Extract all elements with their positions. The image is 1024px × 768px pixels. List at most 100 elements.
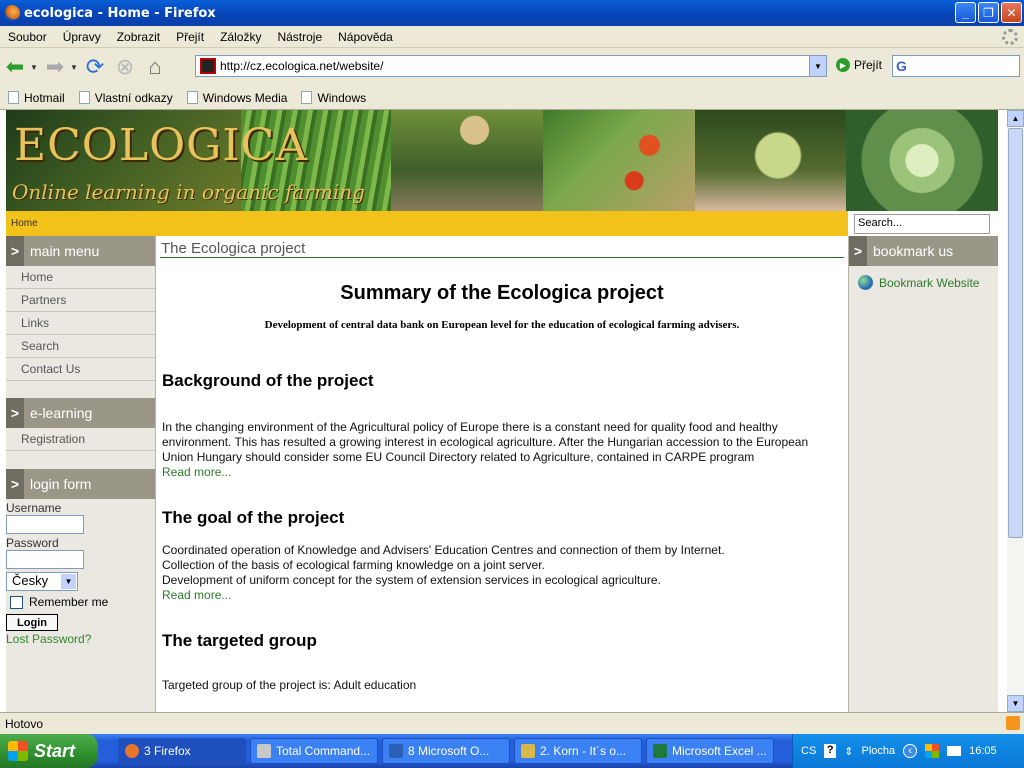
right-sidebar: > bookmark us Bookmark Website [848, 236, 998, 712]
nav-search[interactable]: Search [6, 335, 155, 358]
task-label: Total Command... [276, 744, 371, 758]
chevron-left-icon[interactable]: ‹ [903, 744, 918, 758]
bookmark-windows[interactable]: Windows [301, 91, 366, 105]
bookmarks-toolbar: Hotmail Vlastní odkazy Windows Media Win… [0, 86, 1024, 110]
windows-taskbar: Start 3 Firefox Total Command... 8 Micro… [0, 734, 1024, 768]
summary-heading: Summary of the Ecologica project [340, 282, 664, 304]
restore-button[interactable]: ❐ [978, 2, 999, 23]
bookmark-label: Windows Media [202, 90, 288, 105]
taskbar-item-korn[interactable]: 2. Korn - It´s o... [514, 738, 642, 764]
system-tray: CS ? ⇕ Plocha ‹ 16:05 [792, 734, 1024, 768]
menu-zobrazit[interactable]: Zobrazit [109, 30, 168, 44]
bookmark-windows-media[interactable]: Windows Media [186, 90, 288, 105]
remember-me-checkbox[interactable] [10, 595, 23, 609]
page-icon [78, 91, 90, 104]
section-heading-targeted-group: The targeted group [162, 631, 317, 650]
taskbar-item-excel[interactable]: Microsoft Excel ... [646, 738, 774, 764]
nav-contact-us[interactable]: Contact Us [6, 358, 155, 381]
nav-home[interactable]: Home [6, 266, 155, 289]
page-icon [301, 91, 313, 104]
site-banner: ECOLOGICA Online learning in organic far… [6, 110, 998, 211]
url-dropdown-icon[interactable]: ▼ [809, 56, 826, 76]
site-tagline: Online learning in organic farming [12, 180, 365, 204]
section-text-line: Union Hungary should consider some EU Co… [162, 450, 755, 464]
read-more-link[interactable]: Read more... [160, 465, 844, 479]
throbber-icon [1002, 29, 1018, 45]
bookmark-website-link[interactable]: Bookmark Website [858, 275, 998, 290]
breadcrumb-home[interactable]: Home [11, 218, 38, 229]
url-bar[interactable]: http://cz.ecologica.net/website/ ▼ [195, 55, 827, 77]
section-text-line: Targeted group of the project is: Adult … [162, 678, 417, 692]
menu-soubor[interactable]: Soubor [0, 30, 55, 44]
section-text-line: environment. This has resulted a growing… [162, 435, 809, 449]
rss-icon[interactable] [1006, 716, 1020, 730]
menu-upravy[interactable]: Úpravy [55, 30, 109, 44]
section-heading-goal: The goal of the project [162, 508, 345, 527]
username-label: Username [6, 501, 62, 515]
stop-icon[interactable]: ⊗ [110, 52, 140, 82]
section-text-line: In the changing environment of the Agric… [162, 420, 778, 434]
taskbar-item-total-commander[interactable]: Total Command... [250, 738, 378, 764]
back-history-dropdown-icon[interactable]: ▼ [30, 63, 40, 72]
menu-prejit[interactable]: Přejít [168, 30, 212, 44]
menu-napoveda[interactable]: Nápověda [330, 30, 401, 44]
go-button[interactable]: ▶ Přejít [836, 58, 882, 72]
module-title: e-learning [30, 405, 93, 421]
farmer-photo [391, 110, 543, 211]
nav-partners[interactable]: Partners [6, 289, 155, 312]
username-input[interactable] [6, 515, 84, 534]
page-icon [8, 91, 19, 104]
scroll-down-icon[interactable]: ▼ [1007, 695, 1024, 712]
desktop-label[interactable]: Plocha [862, 745, 896, 757]
search-engine-input[interactable]: G [892, 55, 1020, 77]
google-icon[interactable]: G [896, 58, 907, 74]
close-button[interactable]: ✕ [1001, 2, 1022, 23]
taskbar-item-microsoft-office[interactable]: 8 Microsoft O... [382, 738, 510, 764]
breadcrumb-bar: Home [6, 211, 848, 236]
window-title-bar[interactable]: ecologica - Home - Firefox _ ❐ ✕ [0, 0, 1024, 26]
scroll-up-icon[interactable]: ▲ [1007, 110, 1024, 127]
password-input[interactable] [6, 550, 84, 569]
menu-zalozky[interactable]: Záložky [212, 30, 269, 44]
module-title: bookmark us [873, 243, 954, 259]
home-icon[interactable]: ⌂ [140, 52, 170, 82]
site-search-input[interactable]: Search... [854, 214, 990, 234]
forward-arrow-icon[interactable]: ➡ [40, 52, 70, 82]
login-button[interactable]: Login [6, 614, 58, 631]
clock[interactable]: 16:05 [969, 745, 997, 757]
lost-password-link[interactable]: Lost Password? [6, 632, 155, 646]
back-arrow-icon[interactable]: ⬅ [0, 52, 30, 82]
scrollbar-thumb[interactable] [1008, 128, 1023, 538]
nav-links[interactable]: Links [6, 312, 155, 335]
nav-registration[interactable]: Registration [6, 428, 155, 451]
bookmark-label: Hotmail [24, 90, 65, 105]
taskbar-item-firefox[interactable]: 3 Firefox [118, 738, 246, 764]
windows-flag-icon[interactable] [925, 744, 940, 758]
site-favicon-icon [200, 58, 216, 74]
reload-icon[interactable]: ⟳ [80, 52, 110, 82]
start-button[interactable]: Start [0, 734, 98, 768]
windows-flag-icon [8, 741, 28, 761]
language-value: Česky [12, 573, 49, 588]
minimize-button[interactable]: _ [955, 2, 976, 23]
bookmark-website-label: Bookmark Website [879, 275, 980, 290]
resize-icon[interactable]: ⇕ [844, 745, 853, 758]
chevron-right-icon: > [6, 236, 24, 266]
mail-icon[interactable] [947, 746, 962, 756]
firefox-icon [125, 744, 139, 758]
bookmark-hotmail[interactable]: Hotmail [8, 91, 65, 105]
help-icon[interactable]: ? [824, 744, 837, 758]
language-indicator[interactable]: CS [801, 745, 816, 757]
excel-icon [653, 744, 667, 758]
task-label: Microsoft Excel ... [672, 744, 767, 758]
menu-nastroje[interactable]: Nástroje [269, 30, 330, 44]
chevron-right-icon: > [6, 469, 24, 499]
url-text[interactable]: http://cz.ecologica.net/website/ [220, 59, 383, 73]
bookmark-vlastni-odkazy[interactable]: Vlastní odkazy [78, 91, 173, 105]
language-select[interactable]: Česky ▼ [6, 572, 78, 591]
login-form: Username Password Česky ▼ Remember me Lo… [6, 499, 155, 646]
vertical-scrollbar[interactable]: ▲ ▼ [1007, 110, 1024, 712]
site-logo[interactable]: ECOLOGICA [14, 120, 308, 171]
read-more-link[interactable]: Read more... [160, 588, 844, 602]
forward-history-dropdown-icon[interactable]: ▼ [70, 63, 80, 72]
